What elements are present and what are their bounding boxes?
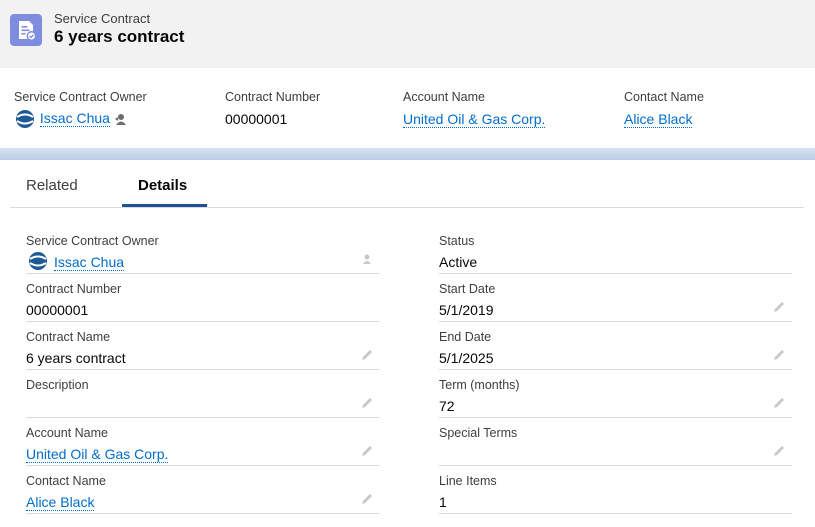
pencil-icon[interactable] <box>772 444 786 458</box>
details-card: Related Details Service Contract Owner I… <box>0 160 815 527</box>
highlight-owner: Issac Chua <box>14 109 127 129</box>
pencil-icon[interactable] <box>772 396 786 410</box>
pencil-icon[interactable] <box>772 348 786 362</box>
field-description: Description <box>26 370 380 418</box>
highlight-contact-label: Contact Name <box>624 90 704 104</box>
avatar-icon <box>16 110 34 128</box>
field-contract-name: Contract Name 6 years contract <box>26 322 380 370</box>
change-owner-icon[interactable] <box>360 252 374 266</box>
avatar-icon <box>29 252 47 270</box>
pencil-icon[interactable] <box>772 300 786 314</box>
record-header: Service Contract 6 years contract <box>0 0 815 68</box>
highlight-contract-number-label: Contract Number <box>225 90 321 104</box>
field-label: Start Date <box>439 282 496 296</box>
field-label: Account Name <box>26 426 108 440</box>
field-line-items: Line Items 1 <box>439 466 792 514</box>
active-tab-indicator <box>122 204 207 207</box>
background-band <box>0 148 815 160</box>
field-value: 72 <box>439 398 455 414</box>
field-label: Status <box>439 234 475 248</box>
field-label: Service Contract Owner <box>26 234 159 248</box>
pencil-icon[interactable] <box>360 492 374 506</box>
highlight-owner-label: Service Contract Owner <box>14 90 147 104</box>
field-label: Line Items <box>439 474 497 488</box>
field-label: Description <box>26 378 89 392</box>
field-value: 00000001 <box>26 302 89 318</box>
account-link[interactable]: United Oil & Gas Corp. <box>403 111 546 128</box>
field-label: Contract Name <box>26 330 111 344</box>
pencil-icon[interactable] <box>360 396 374 410</box>
field-contact-name: Contact Name Alice Black <box>26 466 380 514</box>
field-account-name: Account Name United Oil & Gas Corp. <box>26 418 380 466</box>
service-contract-icon <box>10 14 42 46</box>
contact-link[interactable]: Alice Black <box>26 494 95 511</box>
field-value: 1 <box>439 494 447 510</box>
field-label: Contact Name <box>26 474 106 488</box>
field-value: 5/1/2019 <box>439 302 494 318</box>
field-value: 6 years contract <box>26 350 126 366</box>
field-label: End Date <box>439 330 492 344</box>
contact-link[interactable]: Alice Black <box>624 111 693 128</box>
highlight-contract-number: 00000001 <box>225 111 288 127</box>
pencil-icon[interactable] <box>360 348 374 362</box>
field-status: Status Active <box>439 226 792 274</box>
tab-bar: Related Details <box>10 160 804 208</box>
field-end-date: End Date 5/1/2025 <box>439 322 792 370</box>
field-start-date: Start Date 5/1/2019 <box>439 274 792 322</box>
field-value: Active <box>439 254 478 270</box>
object-type-label: Service Contract <box>54 11 151 26</box>
owner-link[interactable]: Issac Chua <box>39 109 110 127</box>
field-contract-number: Contract Number 00000001 <box>26 274 380 322</box>
field-term-months: Term (months) 72 <box>439 370 792 418</box>
field-service-contract-owner: Service Contract Owner Issac Chua <box>26 226 380 274</box>
owner-link[interactable]: Issac Chua <box>54 254 125 271</box>
field-label: Contract Number <box>26 282 122 296</box>
field-label: Special Terms <box>439 426 518 440</box>
account-link[interactable]: United Oil & Gas Corp. <box>26 446 169 463</box>
highlight-account-label: Account Name <box>403 90 485 104</box>
change-owner-icon[interactable] <box>114 113 127 126</box>
field-label: Term (months) <box>439 378 520 392</box>
page-title: 6 years contract <box>54 27 185 46</box>
highlights-panel: Service Contract Owner Issac Chua Contra… <box>0 68 815 148</box>
field-value: 5/1/2025 <box>439 350 494 366</box>
tab-related[interactable]: Related <box>26 177 78 194</box>
tab-details[interactable]: Details <box>138 177 187 194</box>
field-special-terms: Special Terms <box>439 418 792 466</box>
pencil-icon[interactable] <box>360 444 374 458</box>
